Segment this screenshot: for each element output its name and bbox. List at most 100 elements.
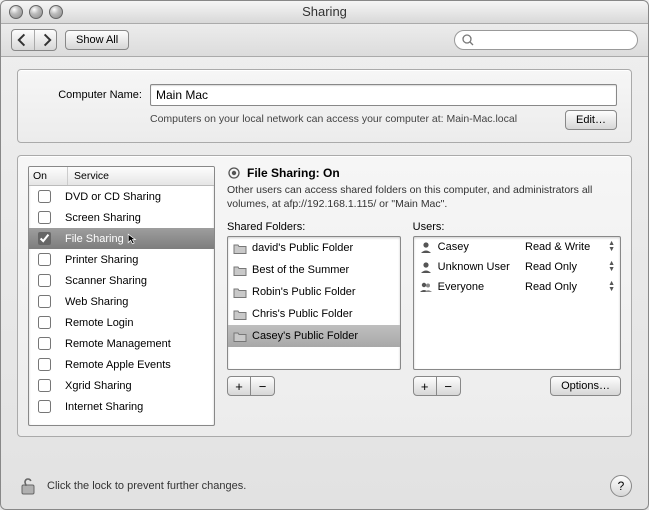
minimize-button[interactable] <box>29 5 43 19</box>
service-label: Printer Sharing <box>59 254 214 266</box>
computer-name-field[interactable] <box>150 84 617 106</box>
service-row[interactable]: Screen Sharing <box>29 207 214 228</box>
service-checkbox[interactable] <box>38 253 51 266</box>
help-icon: ? <box>618 479 625 493</box>
user-row[interactable]: CaseyRead & Write▲▼ <box>414 237 620 257</box>
shared-folders-list[interactable]: david's Public Folder Best of the Summer R… <box>227 236 401 370</box>
folder-name: david's Public Folder <box>252 242 353 254</box>
service-row[interactable]: Remote Apple Events <box>29 354 214 375</box>
stepper-icon: ▲▼ <box>608 261 615 273</box>
service-row[interactable]: Scanner Sharing <box>29 270 214 291</box>
shared-folder-row[interactable]: Robin's Public Folder <box>228 281 400 303</box>
chevron-right-icon <box>39 33 53 47</box>
service-checkbox[interactable] <box>38 316 51 329</box>
permission-popup[interactable]: Read & Write ▲▼ <box>525 241 615 253</box>
service-checkbox[interactable] <box>38 190 51 203</box>
search-icon <box>461 33 475 47</box>
users-label: Users: <box>413 221 621 233</box>
close-button[interactable] <box>9 5 23 19</box>
folder-name: Casey's Public Folder <box>252 330 358 342</box>
add-user-button[interactable]: + <box>413 376 437 396</box>
nav-back-forward <box>11 29 57 51</box>
shared-folders-label: Shared Folders: <box>227 221 401 233</box>
service-checkbox[interactable] <box>38 400 51 413</box>
service-label: Remote Login <box>59 317 214 329</box>
permission-label: Read & Write <box>525 241 590 253</box>
user-name: Unknown User <box>438 261 510 273</box>
service-description: Other users can access shared folders on… <box>227 184 621 211</box>
show-all-button[interactable]: Show All <box>65 30 129 50</box>
service-label: Scanner Sharing <box>59 275 214 287</box>
service-row[interactable]: Remote Management <box>29 333 214 354</box>
column-service-header[interactable]: Service <box>68 167 214 185</box>
service-label: DVD or CD Sharing <box>59 191 214 203</box>
service-detail: File Sharing: On Other users can access … <box>227 166 621 426</box>
services-list[interactable]: On Service DVD or CD Sharing Screen Shari… <box>28 166 215 426</box>
chevron-left-icon <box>16 33 30 47</box>
service-checkbox[interactable] <box>38 295 51 308</box>
remove-folder-button[interactable]: − <box>251 376 275 396</box>
shared-folder-row[interactable]: Chris's Public Folder <box>228 303 400 325</box>
person-icon <box>419 240 433 254</box>
search-input[interactable] <box>479 33 631 47</box>
status-indicator-icon <box>227 166 241 180</box>
back-button[interactable] <box>12 30 34 50</box>
toolbar: Show All <box>1 24 648 57</box>
service-checkbox[interactable] <box>38 337 51 350</box>
shared-folder-row[interactable]: david's Public Folder <box>228 237 400 259</box>
service-label: Internet Sharing <box>59 401 214 413</box>
help-button[interactable]: ? <box>610 475 632 497</box>
service-row[interactable]: DVD or CD Sharing <box>29 186 214 207</box>
service-checkbox[interactable] <box>38 358 51 371</box>
service-row[interactable]: Web Sharing <box>29 291 214 312</box>
column-on-header[interactable]: On <box>29 167 68 185</box>
folder-name: Robin's Public Folder <box>252 286 356 298</box>
person-icon <box>419 260 433 274</box>
footer: Click the lock to prevent further change… <box>17 475 632 497</box>
service-checkbox[interactable] <box>38 232 51 245</box>
cursor-icon <box>127 233 139 245</box>
service-checkbox[interactable] <box>38 211 51 224</box>
shared-folder-row[interactable]: Best of the Summer <box>228 259 400 281</box>
preferences-window: Sharing Show All Computer Name: Computer… <box>0 0 649 510</box>
user-name: Everyone <box>438 281 484 293</box>
remove-user-button[interactable]: − <box>437 376 461 396</box>
service-checkbox[interactable] <box>38 379 51 392</box>
services-panel: On Service DVD or CD Sharing Screen Shari… <box>17 155 632 437</box>
zoom-button[interactable] <box>49 5 63 19</box>
folder-icon <box>233 241 247 255</box>
search-field[interactable] <box>454 30 638 50</box>
service-row[interactable]: Printer Sharing <box>29 249 214 270</box>
service-row[interactable]: File Sharing <box>29 228 214 249</box>
user-row[interactable]: Everyone Read Only▲▼ <box>414 277 620 297</box>
user-row[interactable]: Unknown User Read Only ▲▼ <box>414 257 620 277</box>
permission-popup[interactable]: Read Only ▲▼ <box>525 261 615 273</box>
folder-name: Best of the Summer <box>252 264 349 276</box>
folder-icon <box>233 263 247 277</box>
computer-name-panel: Computer Name: Computers on your local n… <box>17 69 632 143</box>
edit-button[interactable]: Edit… <box>565 110 617 130</box>
add-folder-button[interactable]: + <box>227 376 251 396</box>
computer-name-label: Computer Name: <box>32 89 142 101</box>
shared-folder-row[interactable]: Casey's Public Folder <box>228 325 400 347</box>
content-area: Computer Name: Computers on your local n… <box>1 57 648 447</box>
forward-button[interactable] <box>34 30 56 50</box>
lock-open-icon[interactable] <box>17 475 39 497</box>
folders-users-columns: Shared Folders: david's Public Folder Bes… <box>227 221 621 396</box>
stepper-icon: ▲▼ <box>608 241 615 253</box>
service-label: File Sharing <box>59 233 214 245</box>
service-row[interactable]: Internet Sharing <box>29 396 214 417</box>
folder-icon <box>233 329 247 343</box>
users-list[interactable]: CaseyRead & Write▲▼Unknown UserRead Only… <box>413 236 621 370</box>
window-title: Sharing <box>302 4 347 19</box>
permission-label: Read Only <box>525 261 577 273</box>
traffic-lights <box>9 5 63 19</box>
service-row[interactable]: Remote Login <box>29 312 214 333</box>
service-row[interactable]: Xgrid Sharing <box>29 375 214 396</box>
folder-icon <box>233 307 247 321</box>
folder-name: Chris's Public Folder <box>252 308 353 320</box>
permission-popup[interactable]: Read Only▲▼ <box>525 281 615 293</box>
titlebar: Sharing <box>1 1 648 24</box>
options-button[interactable]: Options… <box>550 376 621 396</box>
service-checkbox[interactable] <box>38 274 51 287</box>
